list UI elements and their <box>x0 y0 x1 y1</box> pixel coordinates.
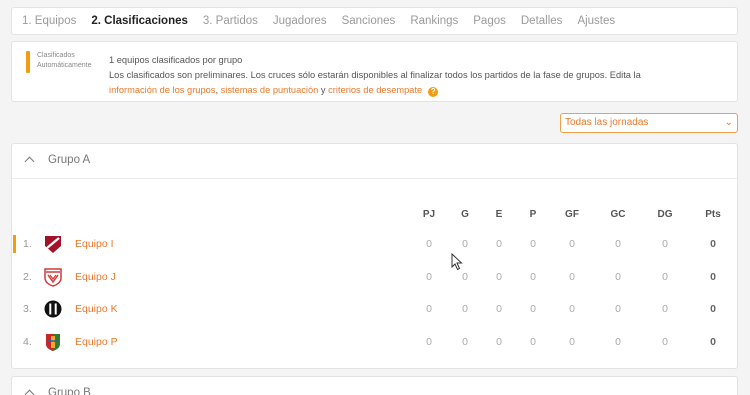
stat-p: 0 <box>530 336 536 348</box>
groups-info-link[interactable]: información de los grupos <box>109 85 215 95</box>
tab-pagos[interactable]: Pagos <box>473 15 506 27</box>
stat-gc: 0 <box>615 336 621 348</box>
group-a-title: Grupo A <box>48 154 91 166</box>
standings-row: 3. Equipo K 0 0 0 0 0 0 0 0 <box>12 297 737 321</box>
tab-partidos[interactable]: 3. Partidos <box>203 15 258 27</box>
stat-pj: 0 <box>426 303 432 315</box>
col-header-p: P <box>529 209 537 220</box>
team-crest-icon <box>45 236 61 253</box>
standings-row: 4. Equipo P 0 0 0 0 0 0 0 0 <box>12 330 737 354</box>
stat-gc: 0 <box>615 271 621 283</box>
stat-gf: 0 <box>569 238 575 250</box>
stat-gf: 0 <box>569 336 575 348</box>
row-position: 4. <box>23 336 32 348</box>
stat-e: 0 <box>496 336 502 348</box>
stat-p: 0 <box>530 238 536 250</box>
stat-g: 0 <box>462 238 468 250</box>
qualification-info-text: 1 equipos clasificados por grupo Los cla… <box>109 53 729 98</box>
stat-dg: 0 <box>662 238 668 250</box>
stat-dg: 0 <box>662 271 668 283</box>
standings-row: 1. Equipo I 0 0 0 0 0 0 0 0 <box>12 232 737 256</box>
tab-equipos[interactable]: 1. Equipos <box>22 15 76 27</box>
col-header-e: E <box>495 209 503 220</box>
col-header-pts: Pts <box>705 209 721 220</box>
team-name-link[interactable]: Equipo K <box>75 303 118 315</box>
stat-gc: 0 <box>615 303 621 315</box>
stat-pts: 0 <box>710 336 716 348</box>
col-header-g: G <box>461 209 469 220</box>
tab-sanciones[interactable]: Sanciones <box>342 15 396 27</box>
group-b-title: Grupo B <box>48 387 91 395</box>
stat-dg: 0 <box>662 303 668 315</box>
qualified-caption-line2: Automáticamente <box>37 62 92 69</box>
stat-pts: 0 <box>710 303 716 315</box>
team-name-link[interactable]: Equipo P <box>75 336 118 348</box>
tab-clasificaciones[interactable]: 2. Clasificaciones <box>91 15 188 27</box>
qualified-caption-line1: Clasificados <box>37 52 75 59</box>
stat-gf: 0 <box>569 303 575 315</box>
qualified-per-group-text: 1 equipos clasificados por grupo <box>109 55 243 65</box>
team-name-link[interactable]: Equipo I <box>75 238 114 250</box>
tab-ajustes[interactable]: Ajustes <box>577 15 615 27</box>
stat-g: 0 <box>462 303 468 315</box>
stat-pj: 0 <box>426 238 432 250</box>
row-position: 3. <box>23 303 32 315</box>
tab-jugadores[interactable]: Jugadores <box>273 15 327 27</box>
row-position: 2. <box>23 271 32 283</box>
stat-g: 0 <box>462 336 468 348</box>
stat-pj: 0 <box>426 271 432 283</box>
row-position: 1. <box>23 238 32 250</box>
chevron-down-icon: ⌄ <box>724 117 733 128</box>
tab-detalles[interactable]: Detalles <box>521 15 563 27</box>
stat-p: 0 <box>530 303 536 315</box>
round-filter-value: Todas las jornadas <box>565 117 649 128</box>
chevron-up-icon[interactable] <box>24 389 35 395</box>
mouse-cursor-icon <box>451 253 463 271</box>
team-name-link[interactable]: Equipo J <box>75 271 116 283</box>
stat-gf: 0 <box>569 271 575 283</box>
qualified-indicator-bar <box>26 51 30 73</box>
stat-dg: 0 <box>662 336 668 348</box>
team-crest-icon <box>44 300 62 318</box>
stat-pts: 0 <box>710 271 716 283</box>
edit-links-line: información de los grupos, sistemas de p… <box>109 83 729 98</box>
stat-pts: 0 <box>710 238 716 250</box>
stat-gc: 0 <box>615 238 621 250</box>
scoring-systems-link[interactable]: sistemas de puntuación <box>221 85 319 95</box>
col-header-gc: GC <box>610 209 626 220</box>
group-b-panel[interactable]: Grupo B <box>11 376 738 395</box>
section-tabs: 1. Equipos 2. Clasificaciones 3. Partido… <box>11 7 738 35</box>
stat-e: 0 <box>496 238 502 250</box>
preliminary-notice-text: Los clasificados son preliminares. Los c… <box>109 70 641 80</box>
stat-e: 0 <box>496 271 502 283</box>
stat-pj: 0 <box>426 336 432 348</box>
col-header-gf: GF <box>565 209 579 220</box>
team-crest-icon <box>46 334 60 351</box>
stat-e: 0 <box>496 303 502 315</box>
stat-p: 0 <box>530 271 536 283</box>
standings-row: 2. Equipo J 0 0 0 0 0 0 0 0 <box>12 265 737 289</box>
group-a-panel: Grupo A PJ G E P GF GC DG Pts 1. Equipo … <box>11 143 738 369</box>
stat-g: 0 <box>462 271 468 283</box>
col-header-pj: PJ <box>422 209 436 220</box>
col-header-dg: DG <box>657 209 673 220</box>
help-icon[interactable]: ? <box>428 87 439 97</box>
tab-rankings[interactable]: Rankings <box>410 15 458 27</box>
group-a-header[interactable]: Grupo A <box>12 144 737 179</box>
chevron-up-icon[interactable] <box>24 156 35 167</box>
team-crest-icon <box>44 268 62 287</box>
conjunction-text: y <box>318 85 329 95</box>
round-filter-select[interactable]: Todas las jornadas ⌄ <box>560 113 738 133</box>
tiebreak-criteria-link[interactable]: criterios de desempate <box>328 85 422 95</box>
qualification-info-panel: Clasificados Automáticamente 1 equipos c… <box>11 41 738 102</box>
qualified-caption: Clasificados Automáticamente <box>37 51 109 71</box>
qualified-row-indicator <box>13 235 16 253</box>
